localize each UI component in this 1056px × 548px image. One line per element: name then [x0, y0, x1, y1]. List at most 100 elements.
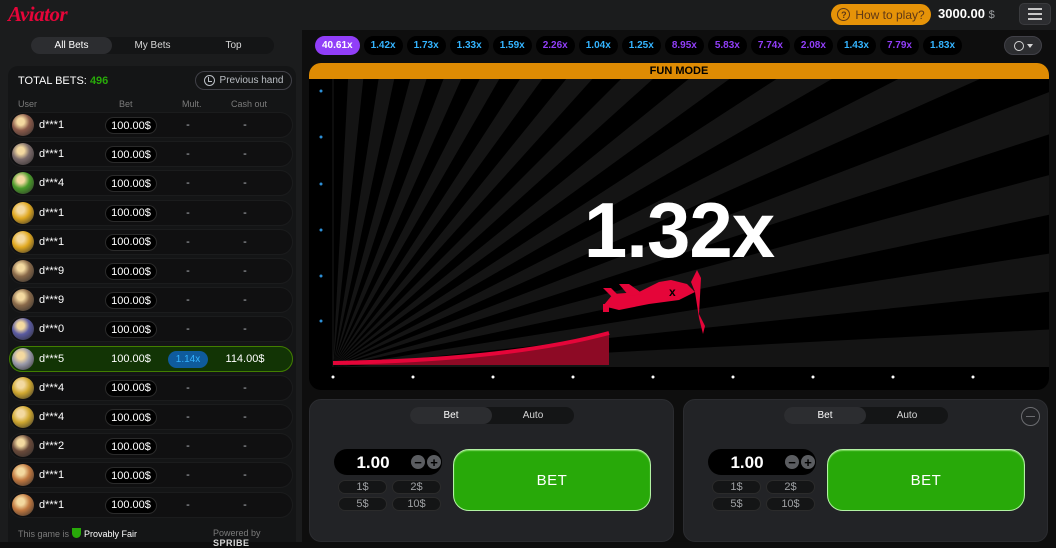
- tab-top[interactable]: Top: [193, 37, 274, 54]
- previous-hand-label: Previous hand: [219, 75, 284, 86]
- balance-display: 3000.00 $: [938, 6, 995, 21]
- tab-bet[interactable]: Bet: [784, 407, 866, 424]
- bet-username: d***1: [39, 119, 65, 131]
- column-bet: Bet: [119, 99, 133, 109]
- history-multiplier-badge[interactable]: 40.61x: [315, 36, 360, 55]
- total-bets-count: 496: [89, 75, 109, 87]
- bet-multiplier: -: [186, 265, 190, 277]
- bet-multiplier: -: [186, 206, 190, 219]
- bet-username: d***9: [39, 265, 65, 277]
- bet-amount: 100.00$: [105, 321, 157, 339]
- quick-amount-1[interactable]: 1$: [338, 480, 387, 494]
- history-multiplier-badge[interactable]: 1.59x: [492, 36, 532, 55]
- history-multiplier-badge[interactable]: 7.74x: [750, 36, 790, 55]
- bet-multiplier: -: [186, 381, 190, 394]
- bet-username: d***1: [39, 498, 65, 511]
- quick-amount-5[interactable]: 5$: [712, 497, 761, 511]
- bet-cashout: -: [243, 323, 247, 336]
- multiplier-history: 40.61x 1.42x 1.73x 1.33x 1.59x 2.26x 1.04x 1.25…: [315, 36, 963, 56]
- bet-row: d***1 100.00$ - -: [9, 199, 293, 226]
- avatar: [12, 435, 34, 458]
- history-multiplier-badge[interactable]: 1.43x: [836, 36, 876, 55]
- history-multiplier-badge[interactable]: 2.08x: [793, 36, 833, 55]
- quick-amount-10[interactable]: 10$: [392, 497, 441, 511]
- avatar: [12, 464, 34, 487]
- minus-icon[interactable]: −: [411, 455, 425, 469]
- top-bar: Aviator ? How to play? 3000.00 $: [0, 0, 1056, 30]
- bet-amount: 100.00$: [111, 353, 151, 366]
- bet-amount: 100.00$: [105, 467, 157, 485]
- balance-value: 3000.00: [938, 6, 985, 21]
- provider-logo: SPRIBE: [213, 538, 250, 548]
- bet-panel-2: Bet Auto 1.00− +1$ 2$ 5$ 10$ BET: [683, 399, 1048, 542]
- provably-fair-footer: This game is Provably Fair Powered by SPR…: [8, 523, 296, 548]
- bet-cashout: -: [243, 177, 247, 190]
- quick-amount-2[interactable]: 2$: [392, 480, 441, 494]
- plus-icon[interactable]: +: [427, 455, 441, 469]
- bets-tabs: All Bets My Bets Top: [31, 37, 274, 54]
- quick-amount-2[interactable]: 2$: [766, 480, 815, 494]
- bet-cashout: -: [243, 440, 247, 453]
- minus-icon[interactable]: −: [785, 455, 799, 469]
- footer-prefix: This game is: [18, 529, 70, 539]
- bet-amount: 100.00$: [105, 438, 157, 456]
- quick-amount-1[interactable]: 1$: [712, 480, 761, 494]
- avatar: [12, 260, 34, 282]
- bet-row: d***1 100.00$ - -: [9, 112, 293, 138]
- provably-fair-link[interactable]: This game is Provably Fair: [18, 528, 137, 539]
- bet-username: d***0: [39, 323, 65, 336]
- remove-bet-panel-icon[interactable]: [1021, 407, 1040, 426]
- bet-cashout: -: [243, 206, 247, 219]
- bet-row: d***4 100.00$ - -: [9, 374, 293, 401]
- fun-mode-banner: FUN MODE: [309, 63, 1049, 79]
- quick-amount-10[interactable]: 10$: [766, 497, 815, 511]
- previous-hand-button[interactable]: Previous hand: [195, 71, 292, 90]
- tab-auto[interactable]: Auto: [866, 407, 948, 424]
- avatar: [12, 201, 34, 224]
- bet-amount-input[interactable]: 1.00− +: [708, 449, 816, 475]
- history-multiplier-badge[interactable]: 2.26x: [535, 36, 575, 55]
- history-multiplier-badge[interactable]: 1.83x: [923, 36, 963, 55]
- history-multiplier-badge[interactable]: 1.25x: [621, 36, 661, 55]
- bet-username: d***4: [39, 381, 65, 394]
- aviator-logo[interactable]: Aviator: [8, 2, 68, 27]
- quick-amount-5[interactable]: 5$: [338, 497, 387, 511]
- avatar: [12, 318, 34, 341]
- bets-sidebar: All Bets My Bets Top TOTAL BETS: 496 Pre…: [0, 30, 302, 542]
- column-cash-out: Cash out: [231, 99, 268, 109]
- history-multiplier-badge[interactable]: 7.79x: [879, 36, 919, 55]
- bet-amount: 100.00$: [105, 496, 157, 514]
- bet-row: d***1 100.00$ - -: [9, 491, 293, 518]
- tab-bet[interactable]: Bet: [410, 407, 492, 424]
- history-multiplier-badge[interactable]: 1.42x: [363, 36, 403, 55]
- bet-multiplier: -: [186, 177, 190, 190]
- clock-icon: [1013, 40, 1024, 51]
- bet-amount: 100.00$: [105, 146, 157, 164]
- bet-amount-input[interactable]: 1.00− +: [334, 449, 442, 475]
- tab-all-bets[interactable]: All Bets: [31, 37, 112, 54]
- bet-amount: 100.00$: [105, 263, 157, 280]
- history-multiplier-badge[interactable]: 1.73x: [406, 36, 446, 55]
- bet-cashout: -: [243, 411, 247, 423]
- how-to-play-button[interactable]: ? How to play?: [831, 4, 931, 25]
- bet-username: d***4: [39, 177, 65, 190]
- current-multiplier: 1.32x: [583, 186, 775, 274]
- bet-amount-value[interactable]: 1.00: [334, 453, 412, 473]
- history-multiplier-badge[interactable]: 8.95x: [664, 36, 704, 55]
- bet-multiplier: -: [186, 148, 190, 161]
- avatar: [12, 347, 34, 370]
- tab-my-bets[interactable]: My Bets: [112, 37, 193, 54]
- history-dropdown-button[interactable]: [1004, 36, 1042, 55]
- history-multiplier-badge[interactable]: 1.04x: [578, 36, 618, 55]
- plus-icon[interactable]: +: [801, 455, 815, 469]
- bet-row: d***1 100.00$ - -: [9, 462, 293, 489]
- bet-amount-value[interactable]: 1.00: [708, 453, 786, 473]
- bet-panel-1: Bet Auto 1.00− +1$ 2$ 5$ 10$ BET: [309, 399, 674, 542]
- hamburger-menu-icon[interactable]: [1019, 3, 1051, 25]
- bet-button[interactable]: BET: [453, 449, 651, 511]
- history-multiplier-badge[interactable]: 1.33x: [449, 36, 489, 55]
- bet-cashout: -: [243, 119, 247, 131]
- tab-auto[interactable]: Auto: [492, 407, 574, 424]
- bet-button[interactable]: BET: [827, 449, 1025, 511]
- history-multiplier-badge[interactable]: 5.83x: [707, 36, 747, 55]
